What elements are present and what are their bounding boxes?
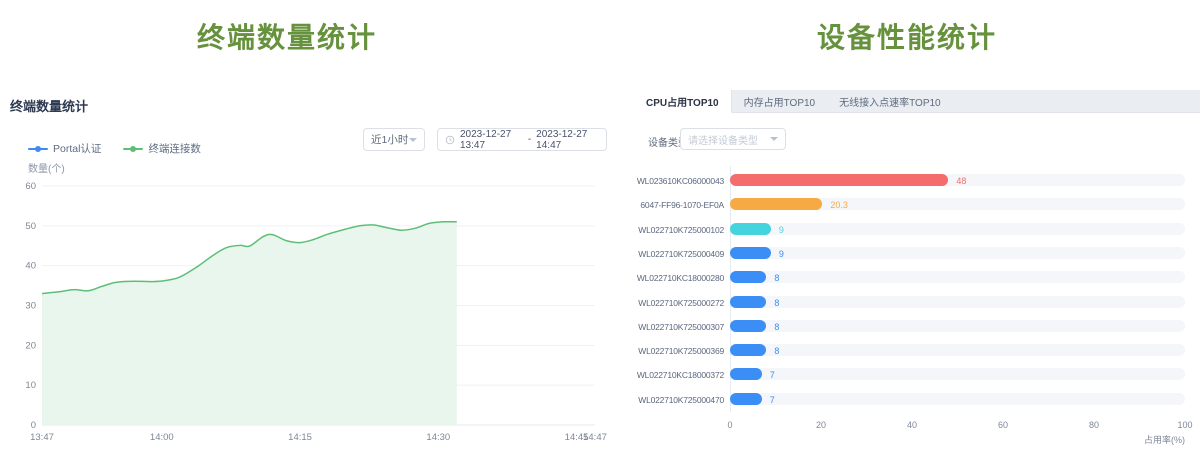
dashboard: { "left_section": { "heading": "终端数量统计",…	[0, 0, 1200, 456]
bar-row: WL022710K725000272 8	[634, 295, 1200, 309]
legend-line-marker	[123, 148, 143, 150]
bar[interactable]	[730, 368, 762, 380]
clock-icon	[445, 135, 455, 145]
bar-track	[730, 247, 1185, 259]
x-tick-label: 40	[907, 420, 917, 430]
bar-value-label: 7	[770, 395, 775, 405]
date-range-separator: -	[528, 134, 531, 145]
terminal-panel-title: 终端数量统计	[10, 96, 88, 115]
bar-row: WL022710KC18000280 8	[634, 270, 1200, 284]
bar[interactable]	[730, 296, 766, 308]
bar-track	[730, 296, 1185, 308]
bar-value-label: 20.3	[830, 200, 848, 210]
legend-label: 终端连接数	[148, 141, 201, 156]
x-tick-label: 100	[1177, 420, 1192, 430]
time-range-select[interactable]: 近1小时	[363, 128, 425, 151]
device-name-label: WL023610KC06000043	[634, 176, 724, 186]
bar-value-label: 8	[774, 346, 779, 356]
bar-value-label: 7	[770, 370, 775, 380]
y-tick-label: 20	[25, 340, 36, 351]
device-performance-panel: CPU占用TOP10内存占用TOP10无线接入点速率TOP10 设备类型 请选择…	[634, 90, 1200, 456]
x-tick-label: 0	[727, 420, 732, 430]
y-tick-label: 10	[25, 380, 36, 391]
bar-value-label: 8	[774, 322, 779, 332]
device-name-label: WL022710KC18000280	[634, 273, 724, 283]
device-name-label: WL022710KC18000372	[634, 370, 724, 380]
bar[interactable]	[730, 320, 766, 332]
bar-value-label: 9	[779, 225, 784, 235]
bar-value-label: 9	[779, 249, 784, 259]
legend-line-marker	[28, 148, 48, 150]
bar-row: 6047-FF96-1070-EF0A 20.3	[634, 197, 1200, 211]
y-tick-label: 50	[25, 221, 36, 232]
bar-chart-x-axis-label: 占用率(%)	[634, 433, 1185, 446]
bar-track	[730, 198, 1185, 210]
bar-value-label: 8	[774, 298, 779, 308]
date-range-start: 2023-12-27 13:47	[460, 129, 523, 151]
device-name-label: WL022710K725000409	[634, 249, 724, 259]
device-name-label: 6047-FF96-1070-EF0A	[634, 200, 724, 210]
bar-row: WL022710K725000307 8	[634, 319, 1200, 333]
device-name-label: WL022710K725000102	[634, 225, 724, 235]
legend-label: Portal认证	[53, 141, 101, 156]
x-tick-label: 20	[816, 420, 826, 430]
bar-value-label: 48	[956, 176, 966, 186]
bar[interactable]	[730, 344, 766, 356]
bar-row: WL022710K725000409 9	[634, 246, 1200, 260]
x-tick-label: 60	[998, 420, 1008, 430]
x-tick-label: 14:00	[150, 432, 174, 443]
bar[interactable]	[730, 174, 948, 186]
bar-track	[730, 344, 1185, 356]
bar-track	[730, 368, 1185, 380]
bar-row: WL023610KC06000043 48	[634, 173, 1200, 187]
bar[interactable]	[730, 271, 766, 283]
terminal-stats-heading: 终端数量统计	[0, 16, 574, 56]
x-tick-label: 14:30	[426, 432, 450, 443]
series-area[interactable]	[42, 222, 457, 425]
y-tick-label: 60	[25, 181, 36, 192]
bar[interactable]	[730, 223, 771, 235]
device-name-label: WL022710K725000307	[634, 322, 724, 332]
device-name-label: WL022710K725000369	[634, 346, 724, 356]
y-axis-title: 数量(个)	[28, 162, 65, 175]
y-tick-label: 40	[25, 261, 36, 272]
time-range-value: 近1小时	[371, 132, 408, 147]
bar-value-label: 8	[774, 273, 779, 283]
terminal-count-area-chart[interactable]: 数量(个) 0 10 20 30 40 50 60 13:47 14:00 14:15 14:30 14…	[0, 160, 620, 452]
x-tick-label: 14:47	[583, 432, 607, 443]
bar-track	[730, 393, 1185, 405]
bar-row: WL022710KC18000372 7	[634, 367, 1200, 381]
legend-item-1[interactable]: 终端连接数	[123, 141, 201, 156]
bar[interactable]	[730, 198, 822, 210]
date-range-input[interactable]: 2023-12-27 13:47 - 2023-12-27 14:47	[437, 128, 607, 151]
bar-row: WL022710K725000369 8	[634, 343, 1200, 357]
bar-track	[730, 271, 1185, 283]
bar-row: WL022710K725000470 7	[634, 392, 1200, 406]
chevron-down-icon	[409, 138, 417, 142]
device-performance-heading: 设备性能统计	[634, 16, 1180, 56]
date-range-end: 2023-12-27 14:47	[536, 129, 599, 151]
chart-legend: Portal认证 终端连接数	[28, 141, 201, 156]
bar[interactable]	[730, 247, 771, 259]
x-tick-label: 14:15	[288, 432, 312, 443]
y-tick-label: 30	[25, 301, 36, 312]
bar-track	[730, 223, 1185, 235]
bar[interactable]	[730, 393, 762, 405]
device-name-label: WL022710K725000272	[634, 298, 724, 308]
cpu-top10-bar-chart: 占用率(%) WL023610KC06000043 48 6047-FF96-10…	[634, 90, 1200, 456]
legend-item-0[interactable]: Portal认证	[28, 141, 101, 156]
device-name-label: WL022710K725000470	[634, 395, 724, 405]
x-tick-label: 80	[1089, 420, 1099, 430]
bar-track	[730, 320, 1185, 332]
y-tick-label: 0	[31, 420, 36, 431]
bar-row: WL022710K725000102 9	[634, 222, 1200, 236]
x-tick-label: 13:47	[30, 432, 54, 443]
